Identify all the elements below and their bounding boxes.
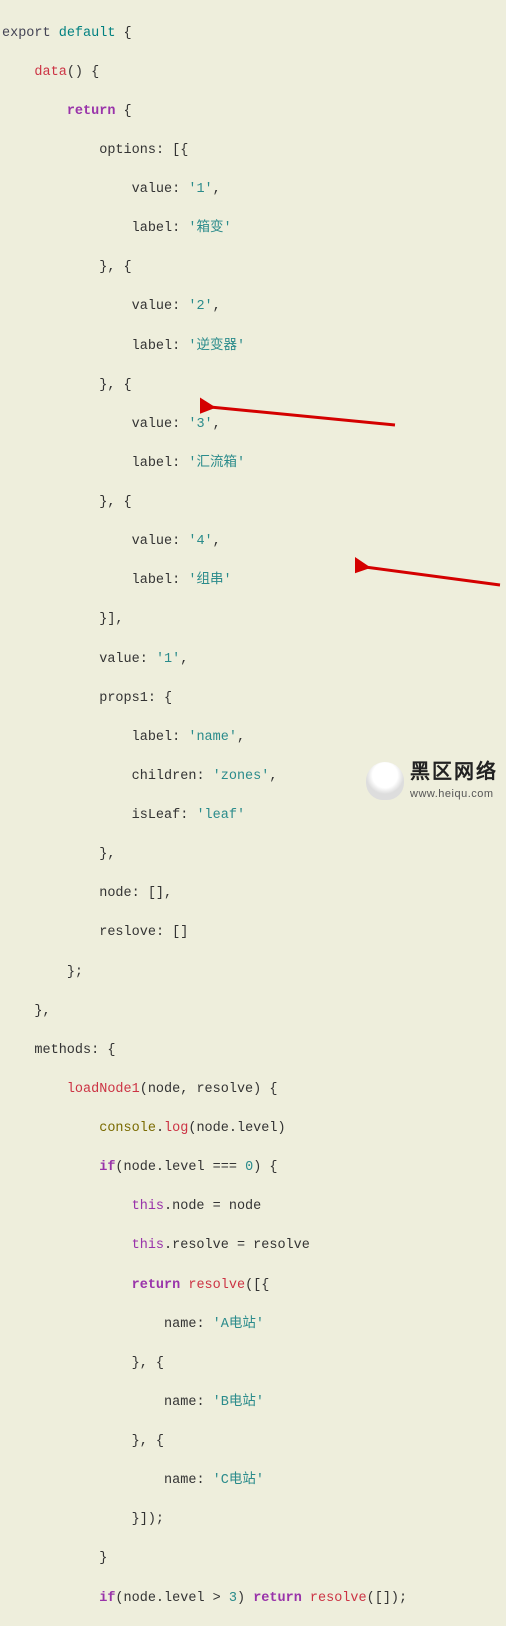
keyword-export: export <box>2 26 51 41</box>
prop-props1: props1 <box>99 691 148 706</box>
method-data: data <box>34 65 66 80</box>
watermark-url: www.heiqu.com <box>410 787 498 803</box>
method-loadnode1: loadNode1 <box>67 1082 140 1097</box>
prop-node: node <box>99 886 131 901</box>
keyword-default: default <box>59 26 116 41</box>
code-editor-content: export default { data() { return { optio… <box>0 0 506 1626</box>
keyword-return: return <box>67 104 116 119</box>
watermark-mushroom-icon <box>366 762 404 800</box>
prop-methods: methods <box>34 1043 91 1058</box>
prop-reslove: reslove <box>99 925 156 940</box>
watermark: 黑区网络 www.heiqu.com <box>366 758 498 803</box>
watermark-title: 黑区网络 <box>410 758 498 787</box>
prop-options: options <box>99 143 156 158</box>
